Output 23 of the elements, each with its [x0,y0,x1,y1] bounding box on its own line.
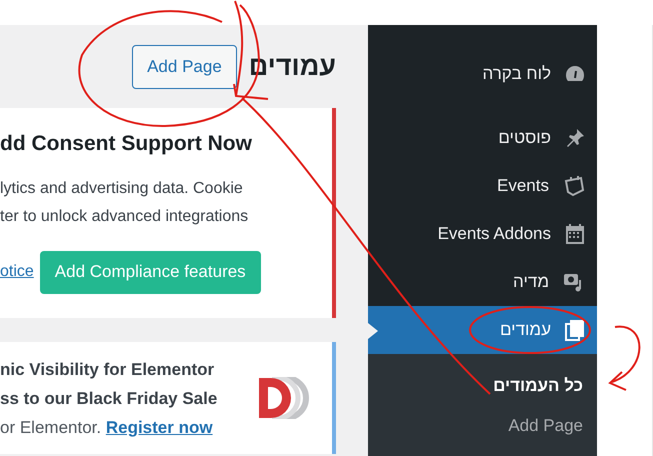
add-page-button[interactable]: Add Page [132,44,237,88]
logo-icon [258,377,310,419]
sidebar-item[interactable]: Events [368,162,597,210]
promo-text: or Elementor. Register now [0,416,214,439]
register-link[interactable]: Register now [106,418,213,436]
sidebar-item[interactable]: Events Addons [368,210,597,258]
notice-text: ter to unlock advanced integrations [0,206,250,226]
notice-title: dd Consent Support Now [0,131,253,157]
pages-icon [565,319,585,341]
calendar-icon [565,223,585,245]
sidebar-item[interactable]: מדיה [368,258,597,306]
pushpin-icon [565,128,585,148]
promo-title: nic Visibility for Elementor [0,358,216,380]
submenu-item[interactable]: כל העמודים [368,366,597,406]
sidebar-item[interactable]: עמודים [368,306,597,354]
sidebar-item[interactable]: לוח בקרה [368,50,597,98]
promo-title: ss to our Black Friday Sale [0,388,218,410]
submenu-item[interactable]: Add Page [368,406,597,446]
calendar-icon [563,175,585,197]
sidebar-item[interactable]: פוסטים [368,114,597,162]
notice-link[interactable]: otice [0,260,34,284]
notice-text: lytics and advertising data. Cookie [0,178,244,198]
gauge-icon [565,65,585,83]
